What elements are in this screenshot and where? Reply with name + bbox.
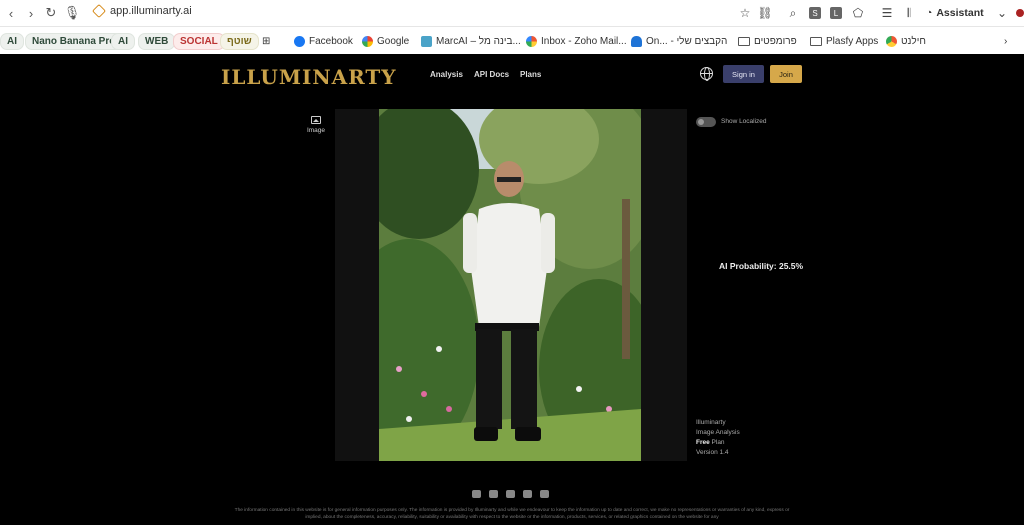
analyzed-photo xyxy=(379,109,641,461)
illuminarty-page: ILLUMINARTY Analysis API Docs Plans Sign… xyxy=(0,54,1024,525)
join-button[interactable]: Join xyxy=(770,65,802,83)
link-icon[interactable]: ⛓ xyxy=(757,4,772,22)
facebook-icon xyxy=(294,35,305,47)
site-logo[interactable]: ILLUMINARTY xyxy=(221,65,397,89)
bookmark-ai[interactable]: AI xyxy=(0,32,24,50)
bookmarks-overflow-icon[interactable]: › xyxy=(1004,32,1007,50)
nav-plans[interactable]: Plans xyxy=(520,70,541,79)
assistant-button[interactable]: ◔ Assistant xyxy=(926,4,984,22)
bookmark-marcai[interactable]: MarcAI – בינה מל... xyxy=(421,32,521,50)
folder-icon xyxy=(738,36,750,46)
twitter-icon[interactable] xyxy=(489,490,498,498)
site-info-icon[interactable] xyxy=(91,3,107,19)
bookmark-ai-2[interactable]: AI xyxy=(111,32,135,50)
extension-puzzle-icon[interactable]: ⬠ xyxy=(851,4,865,22)
forward-icon[interactable]: › xyxy=(22,4,40,22)
sign-in-button[interactable]: Sign in xyxy=(723,65,764,83)
bookmark-web[interactable]: WEB xyxy=(138,32,176,50)
bookmark-social[interactable]: SOCIAL xyxy=(173,32,225,50)
star-icon[interactable]: ☆ xyxy=(738,4,752,22)
google-icon xyxy=(362,35,373,47)
extension-l-icon[interactable]: L xyxy=(829,4,843,22)
extension-s-icon[interactable]: S xyxy=(808,4,822,22)
marcai-icon xyxy=(421,35,432,47)
patreon-icon[interactable] xyxy=(523,490,532,498)
social-links xyxy=(472,490,549,498)
bookmark-zoho-mail[interactable]: Inbox - Zoho Mail... xyxy=(526,32,627,50)
search-page-icon[interactable]: ⌕ xyxy=(786,4,800,22)
microphone-icon[interactable]: 🎙 xyxy=(63,4,81,22)
onedrive-icon xyxy=(631,35,642,47)
bookmark-google[interactable]: Google xyxy=(362,32,409,50)
bookmark-shotef[interactable]: שוטף xyxy=(220,32,259,50)
apps-grid-icon[interactable]: ⊞ xyxy=(262,32,270,50)
browser-toolbar: ‹ › ↻ 🎙 app.illuminarty.ai ☆ ⛓ ⌕ S L ⬠ ☰… xyxy=(0,0,1024,26)
info-plan: Free Plan xyxy=(696,438,740,448)
url-text: app.illuminarty.ai xyxy=(110,5,192,17)
ai-probability-result: AI Probability: 25.5% xyxy=(719,261,804,271)
nav-api-docs[interactable]: API Docs xyxy=(474,70,509,79)
mail-icon[interactable] xyxy=(472,490,481,498)
image-tab-label: Image xyxy=(306,127,326,134)
show-localized-toggle[interactable] xyxy=(696,117,716,127)
discord-icon[interactable] xyxy=(506,490,515,498)
browser-chrome: ‹ › ↻ 🎙 app.illuminarty.ai ☆ ⛓ ⌕ S L ⬠ ☰… xyxy=(0,0,1024,54)
reddit-icon[interactable] xyxy=(540,490,549,498)
show-localized-label: Show Localized xyxy=(721,118,767,125)
info-version: Version 1.4 xyxy=(696,449,729,456)
bookmark-facebook[interactable]: Facebook xyxy=(294,32,353,50)
info-plan-name: Free xyxy=(696,439,710,446)
assistant-icon: ◔ xyxy=(926,7,933,19)
bookmark-onedrive[interactable]: On... - הקבצים שלי xyxy=(631,32,727,50)
image-preview-panel xyxy=(335,109,687,461)
hilnet-icon xyxy=(886,35,897,47)
info-app-name: Illuminarty xyxy=(696,419,726,426)
bookmark-nano-banana-pro[interactable]: Nano Banana Pro xyxy=(25,32,123,50)
chevron-down-icon[interactable]: ⌄ xyxy=(995,4,1009,22)
folder-icon xyxy=(810,36,822,46)
reload-icon[interactable]: ↻ xyxy=(42,4,60,22)
zoho-icon xyxy=(526,35,537,47)
profile-avatar[interactable] xyxy=(1016,4,1024,22)
plan-info: Illuminarty Image Analysis Free Plan Ver… xyxy=(696,418,740,458)
info-app-subtitle: Image Analysis xyxy=(696,429,740,436)
image-tab[interactable]: Image xyxy=(304,116,328,134)
bookmark-hilnet[interactable]: חילנט xyxy=(886,32,926,50)
bookmark-plasfy-apps[interactable]: Plasfy Apps xyxy=(810,32,878,50)
footer-disclaimer: The information contained in this websit… xyxy=(234,508,790,520)
back-icon[interactable]: ‹ xyxy=(2,4,20,22)
bookmark-prompts-folder[interactable]: פרומפטים xyxy=(738,32,797,50)
info-plan-suffix: Plan xyxy=(709,439,725,446)
image-icon xyxy=(311,116,321,124)
menu-list-icon[interactable]: ☰ xyxy=(880,4,894,22)
audio-wave-icon[interactable]: 𝄃 xyxy=(902,4,916,22)
nav-analysis[interactable]: Analysis xyxy=(430,70,463,79)
language-globe-icon[interactable] xyxy=(700,67,713,81)
address-bar[interactable]: app.illuminarty.ai xyxy=(91,3,192,19)
bookmarks-bar: AI Nano Banana Pro AI WEB SOCIAL שוטף ⊞ … xyxy=(0,26,1024,54)
photo-illustration xyxy=(379,109,641,461)
